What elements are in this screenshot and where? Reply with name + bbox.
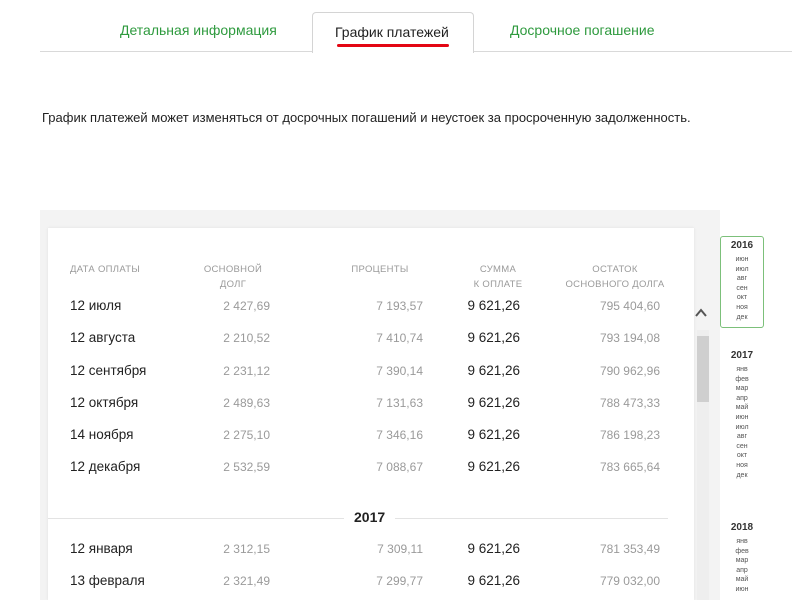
timeline-month[interactable]: июл bbox=[720, 265, 764, 274]
tab-bar: Детальная информация График платежей Дос… bbox=[40, 0, 792, 53]
header-balance: ОСТАТОК ОСНОВНОГО ДОЛГА bbox=[560, 262, 670, 292]
table-row: 12 декабря 2 532,59 7 088,67 9 621,26 78… bbox=[48, 459, 688, 483]
row-balance: 788 473,33 bbox=[599, 396, 660, 410]
row-date: 12 октября bbox=[70, 395, 139, 410]
timeline-month[interactable]: июн bbox=[720, 413, 764, 422]
row-total: 9 621,26 bbox=[467, 459, 520, 474]
timeline-year[interactable]: 2017 bbox=[720, 350, 764, 361]
timeline-month[interactable]: янв bbox=[720, 365, 764, 374]
table-row: 12 августа 2 210,52 7 410,74 9 621,26 79… bbox=[48, 330, 688, 354]
scrollbar-thumb[interactable] bbox=[697, 336, 709, 402]
row-principal: 2 312,15 bbox=[223, 542, 270, 556]
row-date: 12 декабря bbox=[70, 459, 141, 474]
timeline-month[interactable]: июл bbox=[720, 423, 764, 432]
table-row: 12 сентября 2 231,12 7 390,14 9 621,26 7… bbox=[48, 363, 688, 387]
timeline-year[interactable]: 2016 bbox=[720, 240, 764, 251]
row-principal: 2 489,63 bbox=[223, 396, 270, 410]
timeline-month[interactable]: май bbox=[720, 403, 764, 412]
timeline-month[interactable]: фев bbox=[720, 547, 764, 556]
header-balance-line2: ОСНОВНОГО ДОЛГА bbox=[565, 279, 665, 290]
timeline-month[interactable]: сен bbox=[720, 284, 764, 293]
row-principal: 2 275,10 bbox=[223, 428, 270, 442]
header-total: СУММА К ОПЛАТЕ bbox=[468, 262, 528, 292]
row-balance: 779 032,00 bbox=[599, 574, 660, 588]
table-row: 12 октября 2 489,63 7 131,63 9 621,26 78… bbox=[48, 395, 688, 419]
header-balance-line1: ОСТАТОК bbox=[592, 264, 638, 275]
timeline-month[interactable]: сен bbox=[720, 442, 764, 451]
month-timeline[interactable]: 2016 июн июл авг сен окт ноя дек 2017 янв фев мар ап… bbox=[716, 230, 770, 600]
row-total: 9 621,26 bbox=[467, 298, 520, 313]
tab-payment-schedule-label: График платежей bbox=[335, 24, 449, 40]
tab-payment-schedule[interactable]: График платежей bbox=[312, 12, 474, 53]
row-total: 9 621,26 bbox=[467, 541, 520, 556]
row-balance: 790 962,96 bbox=[599, 364, 660, 378]
row-total: 9 621,26 bbox=[467, 427, 520, 442]
timeline-month[interactable]: дек bbox=[720, 471, 764, 480]
timeline-month[interactable]: июн bbox=[720, 255, 764, 264]
header-principal-line1: ОСНОВНОЙ bbox=[203, 264, 263, 275]
row-balance: 783 665,64 bbox=[599, 460, 660, 474]
row-interest: 7 193,57 bbox=[376, 299, 423, 313]
table-row: 12 июля 2 427,69 7 193,57 9 621,26 795 4… bbox=[48, 298, 688, 322]
table-row: 14 ноября 2 275,10 7 346,16 9 621,26 786… bbox=[48, 427, 688, 451]
row-interest: 7 299,77 bbox=[376, 574, 423, 588]
tab-detail-info[interactable]: Детальная информация bbox=[120, 22, 277, 38]
timeline-month[interactable]: ноя bbox=[720, 461, 764, 470]
header-total-line2: К ОПЛАТЕ bbox=[473, 279, 523, 290]
header-total-line1: СУММА bbox=[479, 264, 517, 275]
row-interest: 7 410,74 bbox=[376, 331, 423, 345]
timeline-month[interactable]: май bbox=[720, 575, 764, 584]
row-date: 12 июля bbox=[70, 298, 122, 313]
row-interest: 7 309,11 bbox=[377, 542, 423, 556]
timeline-month[interactable]: янв bbox=[720, 537, 764, 546]
row-principal: 2 210,52 bbox=[223, 331, 270, 345]
timeline-month[interactable]: дек bbox=[720, 313, 764, 322]
row-balance: 781 353,49 bbox=[599, 542, 660, 556]
row-interest: 7 131,63 bbox=[376, 396, 423, 410]
row-principal: 2 532,59 bbox=[223, 460, 270, 474]
table-row: 12 января 2 312,15 7 309,11 9 621,26 781… bbox=[48, 541, 688, 565]
timeline-month[interactable]: мар bbox=[720, 556, 764, 565]
timeline-month[interactable]: апр bbox=[720, 394, 764, 403]
timeline-month[interactable]: мар bbox=[720, 384, 764, 393]
row-total: 9 621,26 bbox=[467, 395, 520, 410]
header-interest: ПРОЦЕНТЫ bbox=[351, 264, 409, 275]
timeline-month[interactable]: окт bbox=[720, 293, 764, 302]
timeline-month[interactable]: июн bbox=[720, 585, 764, 594]
timeline-month[interactable]: авг bbox=[720, 274, 764, 283]
header-principal-line2: ДОЛГ bbox=[219, 279, 247, 290]
row-principal: 2 427,69 bbox=[223, 299, 270, 313]
year-separator-label: 2017 bbox=[344, 509, 396, 525]
timeline-month[interactable]: окт bbox=[720, 451, 764, 460]
active-tab-underline bbox=[337, 44, 449, 47]
row-principal: 2 321,49 bbox=[223, 574, 270, 588]
header-principal: ОСНОВНОЙ ДОЛГ bbox=[198, 262, 268, 292]
row-date: 12 августа bbox=[70, 330, 136, 345]
row-balance: 793 194,08 bbox=[599, 331, 660, 345]
timeline-month[interactable]: ноя bbox=[720, 303, 764, 312]
timeline-month[interactable]: апр bbox=[720, 566, 764, 575]
timeline-year[interactable]: 2018 bbox=[720, 522, 764, 533]
row-interest: 7 346,16 bbox=[376, 428, 423, 442]
schedule-note: График платежей может изменяться от доср… bbox=[42, 110, 691, 125]
row-total: 9 621,26 bbox=[467, 573, 520, 588]
row-total: 9 621,26 bbox=[467, 330, 520, 345]
row-date: 14 ноября bbox=[70, 427, 134, 442]
row-balance: 795 404,60 bbox=[599, 299, 660, 313]
tab-early-repayment[interactable]: Досрочное погашение bbox=[510, 22, 654, 38]
chevron-up-icon[interactable] bbox=[694, 306, 708, 320]
timeline-month[interactable]: авг bbox=[720, 432, 764, 441]
row-total: 9 621,26 bbox=[467, 363, 520, 378]
timeline-month[interactable]: фев bbox=[720, 375, 764, 384]
header-date: ДАТА ОПЛАТЫ bbox=[70, 264, 141, 275]
row-interest: 7 088,67 bbox=[376, 460, 423, 474]
row-date: 12 сентября bbox=[70, 363, 147, 378]
row-balance: 786 198,23 bbox=[599, 428, 660, 442]
table-row: 13 февраля 2 321,49 7 299,77 9 621,26 77… bbox=[48, 573, 688, 597]
row-principal: 2 231,12 bbox=[223, 364, 270, 378]
row-date: 13 февраля bbox=[70, 573, 145, 588]
row-interest: 7 390,14 bbox=[376, 364, 423, 378]
row-date: 12 января bbox=[70, 541, 133, 556]
